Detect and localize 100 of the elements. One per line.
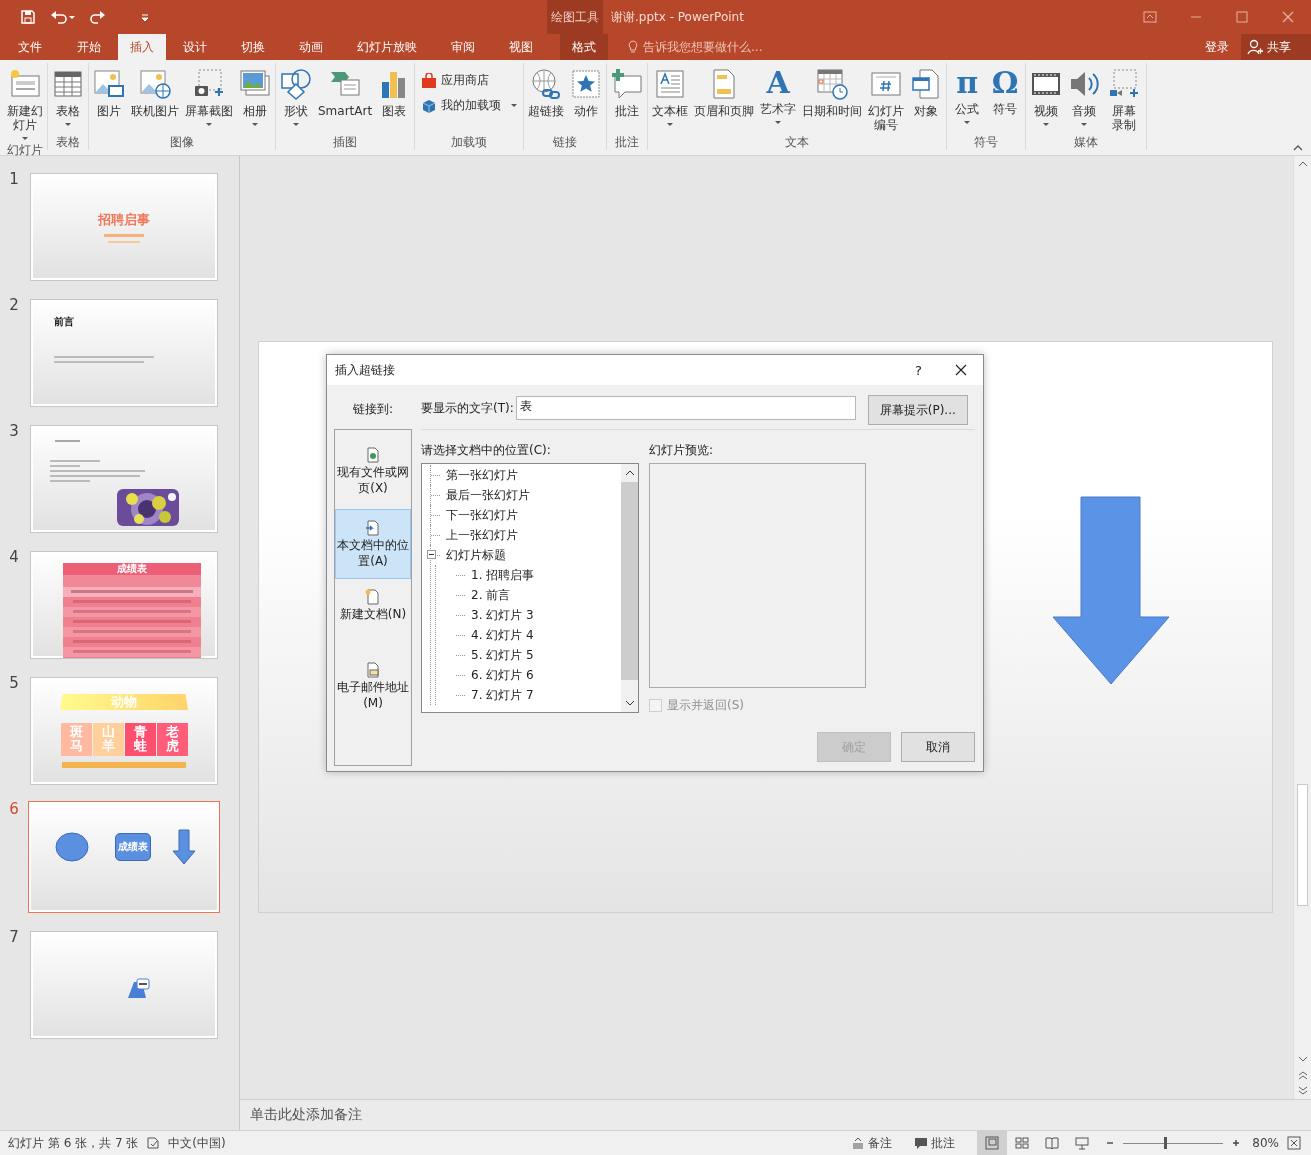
tree-item[interactable]: 幻灯片标题: [446, 546, 506, 564]
ribbon-tab[interactable]: 视图: [492, 34, 550, 60]
zoom-slider[interactable]: [1123, 1136, 1223, 1150]
group-label: 幻灯片: [6, 142, 44, 158]
link-target-option[interactable]: 现有文件或网页(X): [335, 440, 411, 510]
scrollbar-thumb[interactable]: [621, 482, 638, 680]
ribbon-button[interactable]: 应用商店: [421, 72, 518, 89]
display-text-label: 要显示的文字(T):: [421, 399, 514, 417]
preview-label: 幻灯片预览:: [649, 442, 715, 458]
slide-number: 5: [8, 674, 20, 692]
previous-slide-icon[interactable]: [1297, 1070, 1308, 1080]
tree-item[interactable]: 第一张幻灯片: [446, 466, 518, 484]
ribbon-button[interactable]: A 艺术字: [758, 66, 799, 132]
ribbon-button[interactable]: 我的加载项: [421, 97, 518, 114]
sign-in-link[interactable]: 登录: [1205, 34, 1241, 60]
comments-button[interactable]: 批注: [914, 1134, 955, 1152]
help-button[interactable]: ?: [915, 362, 922, 378]
display-text-field[interactable]: 表: [515, 396, 856, 420]
location-tree[interactable]: 第一张幻灯片 最后一张幻灯片 下一张幻灯片 上一张幻灯片 幻灯片标题 1. 招聘启事 2. 前言 3. 幻灯片 3 4. 幻灯片 4 5. 幻灯片 5 6. 幻灯片 6 7. 幻灯片 7: [421, 463, 639, 713]
slide-thumbnail[interactable]: [30, 425, 218, 533]
screentip-button[interactable]: 屏幕提示(P)...: [867, 395, 968, 425]
ribbon-button[interactable]: 幻灯片编号: [866, 66, 907, 132]
dialog-button[interactable]: 取消: [901, 732, 975, 762]
ribbon-button[interactable]: 页眉和页脚: [692, 66, 757, 132]
fit-to-window-icon[interactable]: [1287, 1136, 1301, 1150]
ribbon-button[interactable]: 动作: [568, 66, 605, 132]
spell-check-icon[interactable]: [146, 1136, 161, 1150]
ribbon-button[interactable]: 文本框: [650, 66, 691, 132]
tree-item[interactable]: 下一张幻灯片: [446, 506, 518, 524]
close-icon[interactable]: [955, 364, 967, 376]
tree-item[interactable]: 3. 幻灯片 3: [471, 606, 534, 624]
tree-item[interactable]: 最后一张幻灯片: [446, 486, 530, 504]
notes-placeholder[interactable]: 单击此处添加备注: [250, 1106, 362, 1124]
ribbon-button[interactable]: 表格: [50, 66, 86, 132]
ribbon-button[interactable]: 音频: [1066, 66, 1103, 132]
ribbon-button[interactable]: SmartArt: [316, 66, 375, 132]
link-target-option[interactable]: 本文档中的位置(A): [335, 509, 411, 579]
language-indicator[interactable]: 中文(中国): [168, 1134, 226, 1152]
down-arrow-shape[interactable]: [1051, 496, 1170, 685]
ribbon-button[interactable]: 视频: [1028, 66, 1065, 132]
tree-item[interactable]: 1. 招聘启事: [471, 566, 535, 584]
group-label: 链接: [552, 134, 579, 150]
undo-icon[interactable]: [50, 9, 76, 25]
ribbon-button[interactable]: 新建幻灯片: [5, 66, 45, 140]
ribbon-button[interactable]: 形状: [278, 66, 314, 132]
tree-item[interactable]: 7. 幻灯片 7: [471, 686, 534, 704]
ribbon-tab[interactable]: 设计: [166, 34, 224, 60]
ribbon-button[interactable]: 图片: [91, 66, 127, 132]
ribbon-button[interactable]: 批注: [609, 66, 646, 132]
ribbon-tab[interactable]: 动画: [282, 34, 340, 60]
store-icon: [421, 72, 438, 89]
scroll-up-icon[interactable]: [624, 468, 635, 478]
tree-item[interactable]: 6. 幻灯片 6: [471, 666, 534, 684]
collapse-ribbon-icon[interactable]: [1293, 145, 1303, 151]
notes-icon: [851, 1136, 865, 1150]
ribbon-tab[interactable]: 切换: [224, 34, 282, 60]
scrollbar-thumb[interactable]: [1297, 784, 1308, 906]
scroll-down-icon[interactable]: [1297, 1054, 1308, 1064]
ribbon-button[interactable]: 超链接: [526, 66, 567, 132]
table-icon: [52, 68, 84, 100]
redo-icon[interactable]: [90, 9, 106, 25]
ribbon-button[interactable]: 日期和时间: [800, 66, 865, 132]
save-icon[interactable]: [20, 9, 36, 25]
ribbon-button[interactable]: 图表: [376, 66, 413, 132]
ribbon-tab[interactable]: 文件: [0, 34, 60, 60]
ribbon-tab[interactable]: 开始: [60, 34, 118, 60]
share-button[interactable]: 共享: [1241, 34, 1311, 60]
normal-view-icon: [985, 1136, 999, 1150]
notes-button[interactable]: 备注: [851, 1134, 892, 1152]
group-label: 图像: [169, 134, 195, 150]
ribbon-button[interactable]: 联机图片: [129, 66, 181, 132]
tree-item[interactable]: 4. 幻灯片 4: [471, 626, 534, 644]
link-target-option[interactable]: 电子邮件地址(M): [335, 655, 411, 725]
tree-item[interactable]: 2. 前言: [471, 586, 511, 604]
tree-item[interactable]: 5. 幻灯片 5: [471, 646, 534, 664]
ribbon-tab[interactable]: 插入: [118, 34, 166, 60]
slide-thumbnail[interactable]: [30, 931, 218, 1039]
ribbon-tab[interactable]: 幻灯片放映: [340, 34, 434, 60]
ribbon-button[interactable]: 屏幕截图: [183, 66, 235, 132]
scroll-down-icon[interactable]: [624, 698, 635, 708]
ribbon-button[interactable]: 屏幕录制: [1104, 66, 1145, 132]
ribbon-button[interactable]: π 公式: [949, 66, 986, 132]
link-target-option[interactable]: 新建文档(N): [335, 582, 411, 652]
zoom-in-icon[interactable]: [1231, 1138, 1241, 1148]
slide-thumbnail[interactable]: 前言: [30, 299, 218, 407]
ribbon-tab[interactable]: 审阅: [434, 34, 492, 60]
tree-item[interactable]: 上一张幻灯片: [446, 526, 518, 544]
rounded-rectangle-shape: 成绩表: [115, 833, 151, 861]
ribbon-button[interactable]: 相册: [237, 66, 273, 132]
scroll-up-icon[interactable]: [1297, 159, 1308, 169]
ribbon-tab[interactable]: 格式: [560, 34, 608, 60]
next-slide-icon[interactable]: [1297, 1086, 1308, 1096]
ribbon-options-icon[interactable]: [1143, 11, 1157, 23]
zoom-level[interactable]: 80%: [1249, 1136, 1279, 1150]
customize-icon[interactable]: [140, 12, 150, 22]
ribbon-button[interactable]: 对象: [908, 66, 945, 132]
collapse-icon[interactable]: [427, 550, 436, 559]
ribbon-button[interactable]: Ω 符号: [987, 66, 1024, 132]
tell-me-field[interactable]: 告诉我您想要做什么...: [643, 38, 763, 56]
document-icon: [365, 520, 381, 536]
